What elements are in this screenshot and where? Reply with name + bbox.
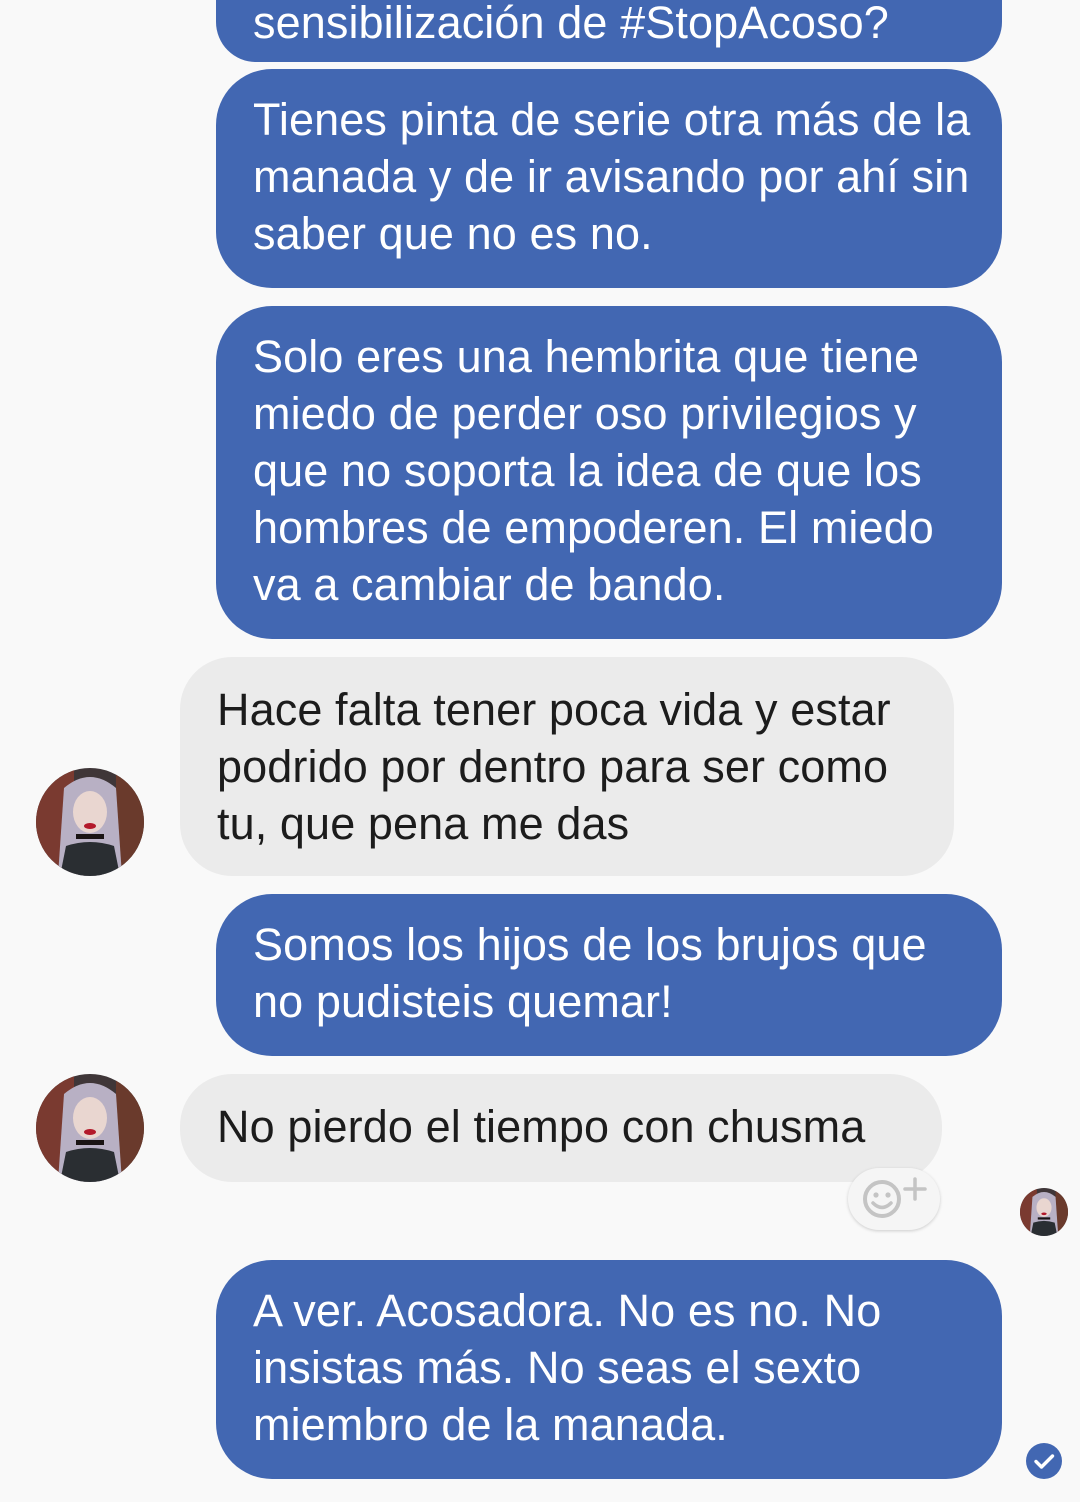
- message-thread: sensibilización de #StopAcoso? Tienes pi…: [0, 0, 1080, 1502]
- outgoing-message[interactable]: Somos los hijos de los brujos que no pud…: [216, 894, 1002, 1056]
- avatar-image: [36, 768, 144, 876]
- read-receipt-avatar: [1020, 1188, 1068, 1236]
- incoming-message[interactable]: Hace falta tener poca vida y estar podri…: [180, 657, 954, 876]
- outgoing-message[interactable]: A ver. Acosadora. No es no. No insistas …: [216, 1260, 1002, 1479]
- delivered-status: [1026, 1443, 1062, 1479]
- outgoing-message[interactable]: Tienes pinta de serie otra más de la man…: [216, 69, 1002, 288]
- outgoing-message[interactable]: sensibilización de #StopAcoso?: [216, 0, 1002, 62]
- contact-avatar[interactable]: [36, 1074, 144, 1182]
- add-reaction-icon: [863, 1177, 927, 1218]
- add-reaction-button[interactable]: [848, 1168, 940, 1230]
- incoming-message[interactable]: No pierdo el tiempo con chusma: [180, 1074, 942, 1182]
- contact-avatar[interactable]: [36, 768, 144, 876]
- avatar-image: [1020, 1188, 1068, 1236]
- avatar-image: [36, 1074, 144, 1182]
- check-circle-icon: [1026, 1443, 1062, 1479]
- outgoing-message[interactable]: Solo eres una hembrita que tiene miedo d…: [216, 306, 1002, 639]
